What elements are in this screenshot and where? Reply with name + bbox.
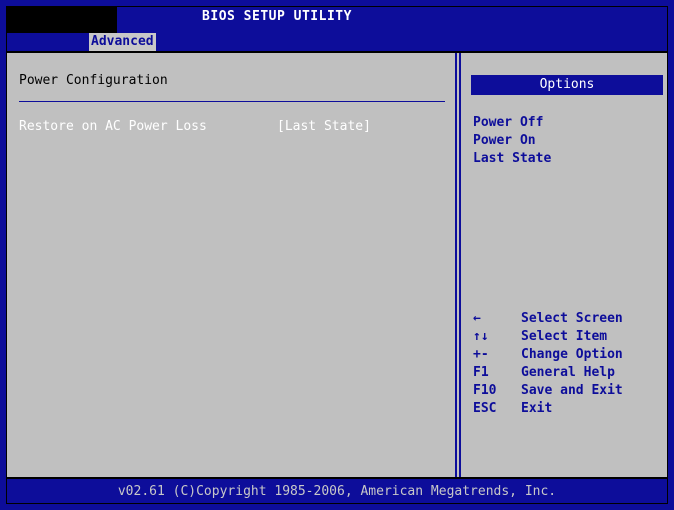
help-select-screen: ← Select Screen	[473, 311, 663, 329]
help-key: F1	[473, 365, 489, 380]
help-desc: Save and Exit	[521, 383, 623, 398]
help-save-exit: F10 Save and Exit	[473, 383, 663, 401]
options-header: Options	[471, 75, 663, 95]
help-pane: Options Power Off Power On Last State ← …	[459, 53, 669, 477]
title-deco-right	[547, 7, 667, 33]
setting-restore-ac-power-loss[interactable]: Restore on AC Power Loss [Last State]	[19, 119, 439, 137]
copyright-footer: v02.61 (C)Copyright 1985-2006, American …	[117, 484, 557, 499]
setting-label: Restore on AC Power Loss	[19, 119, 207, 134]
help-key: +-	[473, 347, 489, 362]
app-title: BIOS SETUP UTILITY	[202, 9, 352, 24]
help-desc: Exit	[521, 401, 553, 416]
main-panel: Power Configuration Restore on AC Power …	[7, 51, 667, 479]
help-general-help: F1 General Help	[473, 365, 663, 383]
setting-value[interactable]: [Last State]	[277, 119, 371, 134]
bios-window: BIOS SETUP UTILITY Advanced Power Config…	[6, 6, 668, 504]
help-change-option: +- Change Option	[473, 347, 663, 365]
pane-divider	[455, 53, 457, 477]
arrow-updown-icon: ↑↓	[473, 329, 489, 344]
help-key: ESC	[473, 401, 497, 416]
option-power-off[interactable]: Power Off	[473, 115, 543, 130]
section-divider	[19, 101, 445, 102]
section-title: Power Configuration	[19, 73, 168, 88]
option-power-on[interactable]: Power On	[473, 133, 536, 148]
help-desc: Change Option	[521, 347, 623, 362]
help-desc: General Help	[521, 365, 615, 380]
help-desc: Select Screen	[521, 311, 623, 326]
help-desc: Select Item	[521, 329, 608, 344]
arrow-left-icon: ←	[473, 311, 481, 326]
option-last-state[interactable]: Last State	[473, 151, 551, 166]
help-exit: ESC Exit	[473, 401, 663, 419]
help-select-item: ↑↓ Select Item	[473, 329, 663, 347]
title-bar: BIOS SETUP UTILITY	[7, 7, 667, 33]
help-key: F10	[473, 383, 497, 398]
tab-advanced[interactable]: Advanced	[89, 33, 156, 51]
settings-pane: Power Configuration Restore on AC Power …	[7, 53, 453, 477]
